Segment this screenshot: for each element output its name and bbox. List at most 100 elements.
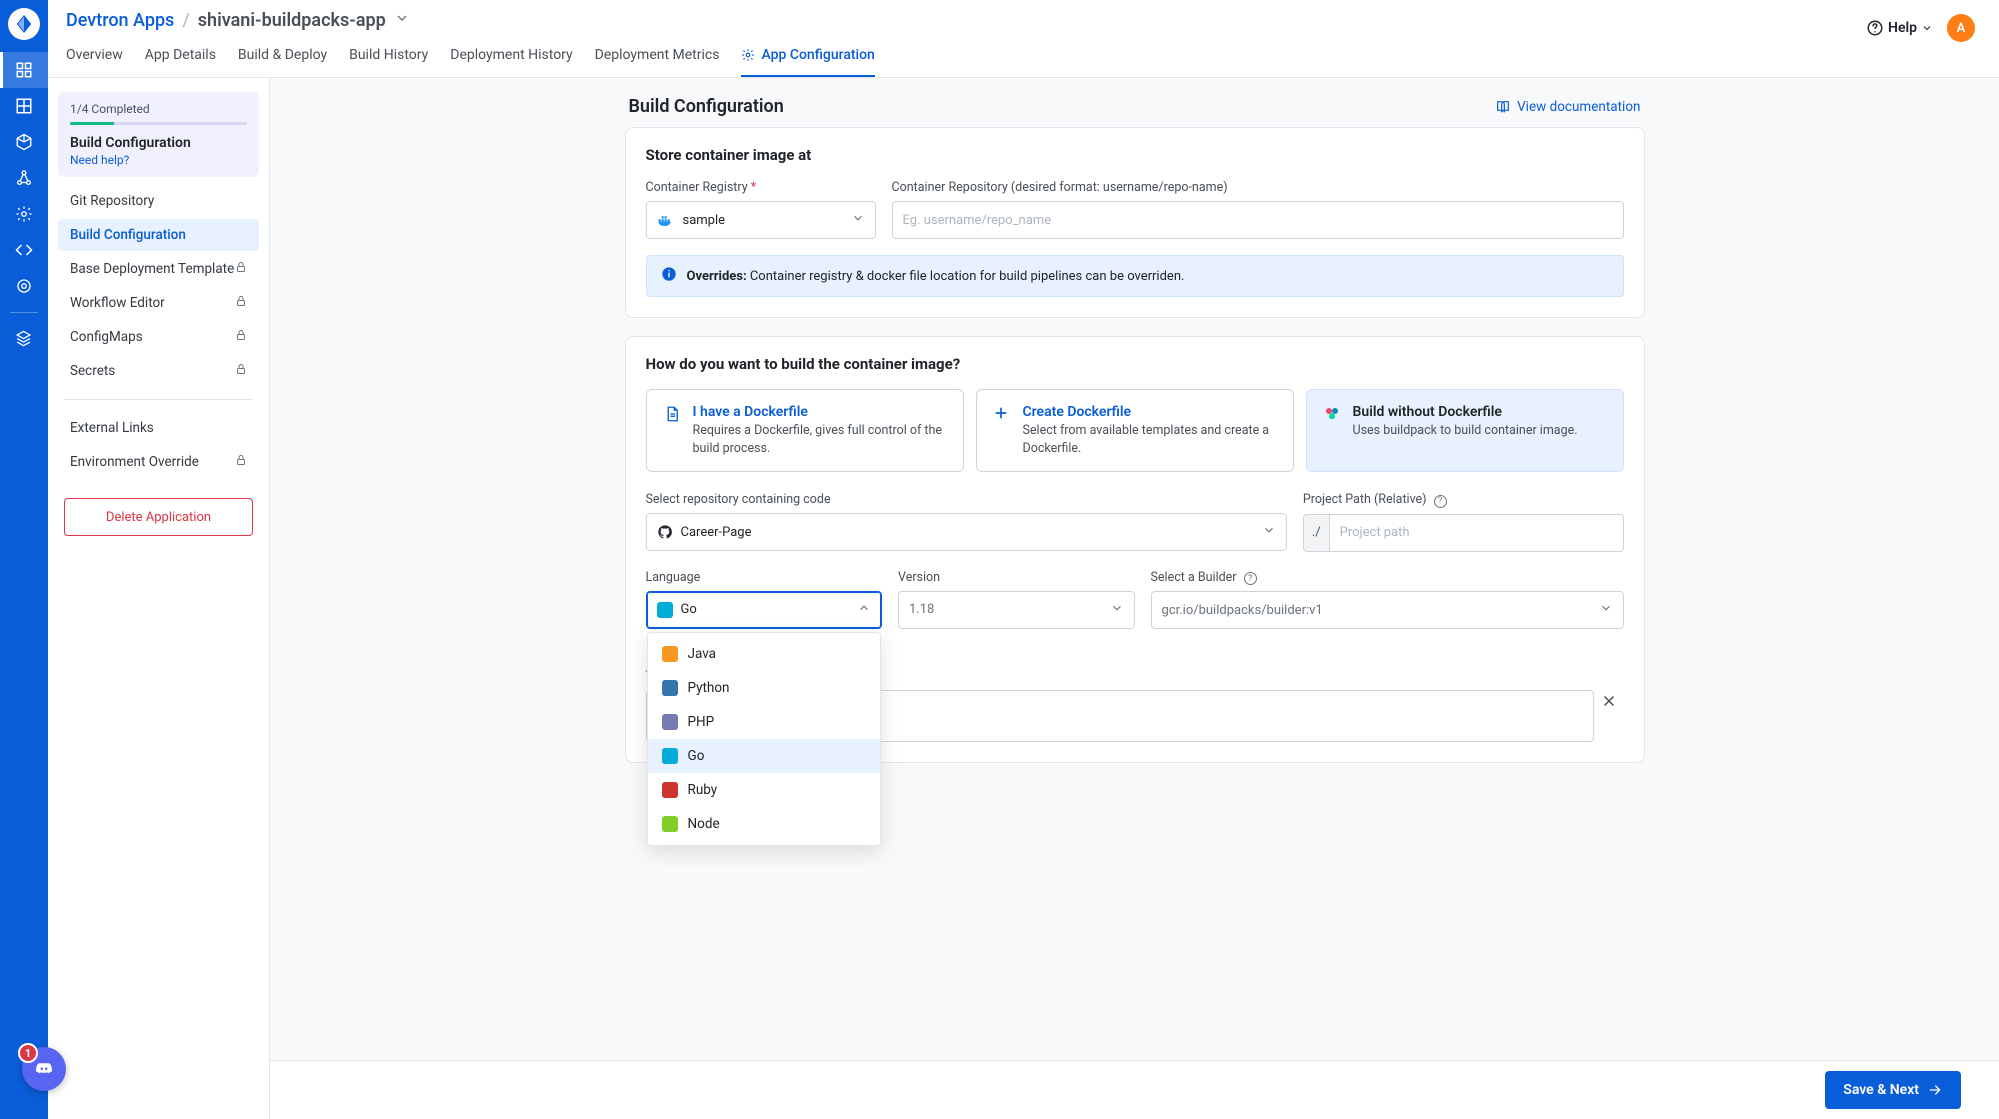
sidebar-item-git-repo[interactable]: Git Repository [58, 185, 259, 217]
builder-value: gcr.io/buildpacks/builder:v1 [1162, 603, 1323, 618]
nav-settings-icon[interactable] [0, 268, 48, 304]
lang-option-java[interactable]: Java [648, 637, 881, 671]
registry-value: sample [683, 213, 726, 228]
nav-cube-icon[interactable] [0, 124, 48, 160]
content-area: Build Configuration View documentation S… [270, 78, 1999, 1119]
top-header: Devtron Apps / shivani-buildpacks-app Ov… [48, 0, 1999, 78]
sidebar-item-base-template[interactable]: Base Deployment Template [58, 253, 259, 285]
repo-label: Container Repository (desired format: us… [892, 180, 1624, 195]
help-icon [1866, 19, 1884, 37]
help-label: Help [1888, 20, 1917, 36]
build-option-create-dockerfile[interactable]: Create Dockerfile Select from available … [976, 389, 1294, 472]
build-option-buildpack[interactable]: Build without Dockerfile Uses buildpack … [1306, 389, 1624, 472]
builder-select[interactable]: gcr.io/buildpacks/builder:v1 [1151, 591, 1624, 629]
nav-grid-icon[interactable] [0, 88, 48, 124]
breadcrumb: Devtron Apps / shivani-buildpacks-app [66, 6, 875, 31]
tab-overview[interactable]: Overview [66, 39, 123, 77]
tab-app-configuration[interactable]: App Configuration [741, 39, 874, 77]
breadcrumb-sep: / [182, 10, 189, 31]
nav-gear-icon[interactable] [0, 196, 48, 232]
save-next-button[interactable]: Save & Next [1825, 1071, 1961, 1109]
lock-icon [235, 295, 247, 311]
sidebar-item-external-links[interactable]: External Links [58, 412, 259, 444]
container-repository-input[interactable] [892, 201, 1624, 239]
container-registry-select[interactable]: sample [646, 201, 876, 239]
delete-application-button[interactable]: Delete Application [64, 498, 253, 536]
sidebar-item-label: Secrets [70, 363, 115, 379]
discord-badge: 1 [18, 1043, 38, 1063]
sidebar-item-workflow[interactable]: Workflow Editor [58, 287, 259, 319]
sidebar-item-label: Base Deployment Template [70, 261, 234, 277]
sidebar-item-env-override[interactable]: Environment Override [58, 446, 259, 478]
repo-value: Career-Page [681, 525, 752, 540]
tab-deploy-metrics[interactable]: Deployment Metrics [595, 39, 720, 77]
view-documentation-link[interactable]: View documentation [1495, 99, 1640, 115]
sidebar-item-configmaps[interactable]: ConfigMaps [58, 321, 259, 353]
sidebar-item-build-config[interactable]: Build Configuration [58, 219, 259, 251]
chevron-down-icon[interactable] [394, 10, 410, 31]
icon-rail: 1 [0, 0, 48, 1119]
tabs: Overview App Details Build & Deploy Buil… [66, 39, 875, 77]
overrides-label: Overrides: [687, 269, 747, 284]
progress-card: 1/4 Completed Build Configuration Need h… [58, 92, 259, 177]
close-icon[interactable] [1600, 692, 1618, 714]
doc-link-label: View documentation [1517, 99, 1640, 115]
chevron-down-icon [1599, 601, 1613, 619]
tab-deploy-history[interactable]: Deployment History [450, 39, 572, 77]
chevron-down-icon [1110, 601, 1124, 619]
build-option-dockerfile[interactable]: I have a Dockerfile Requires a Dockerfil… [646, 389, 964, 472]
nav-network-icon[interactable] [0, 160, 48, 196]
build-card: How do you want to build the container i… [625, 336, 1645, 763]
devtron-logo[interactable] [8, 8, 40, 40]
help-button[interactable]: Help [1866, 19, 1933, 37]
chevron-down-icon [851, 211, 865, 229]
avatar[interactable]: A [1947, 14, 1975, 42]
save-label: Save & Next [1843, 1082, 1919, 1098]
ruby-icon [662, 782, 678, 798]
lang-label: PHP [688, 714, 715, 730]
lang-label: Ruby [688, 782, 718, 798]
lang-option-go[interactable]: Go [648, 739, 881, 773]
lang-option-php[interactable]: PHP [648, 705, 881, 739]
project-path-label: Project Path (Relative) ? [1303, 492, 1624, 508]
tab-app-details[interactable]: App Details [145, 39, 216, 77]
help-circle-icon[interactable]: ? [1244, 572, 1257, 585]
project-path-input[interactable] [1329, 514, 1624, 552]
language-dropdown: Java Python PHP Go Ruby Node [647, 632, 882, 846]
nav-apps-icon[interactable] [0, 52, 48, 88]
lang-option-python[interactable]: Python [648, 671, 881, 705]
sidebar-divider [64, 399, 253, 400]
sidebar-item-label: Workflow Editor [70, 295, 165, 311]
buildpack-icon [1323, 405, 1341, 423]
nav-code-icon[interactable] [0, 232, 48, 268]
lang-option-ruby[interactable]: Ruby [648, 773, 881, 807]
sidebar-item-secrets[interactable]: Secrets [58, 355, 259, 387]
lock-icon [235, 454, 247, 470]
go-icon [662, 748, 678, 764]
chevron-down-icon [1921, 22, 1933, 34]
tab-label: App Configuration [761, 47, 874, 63]
opt-desc: Uses buildpack to build container image. [1353, 422, 1578, 440]
version-select[interactable]: 1.18 [898, 591, 1135, 629]
need-help-link[interactable]: Need help? [70, 153, 247, 167]
lang-label: Go [688, 748, 705, 764]
opt-title: I have a Dockerfile [693, 404, 947, 420]
lock-icon [235, 329, 247, 345]
chevron-up-icon [857, 601, 871, 619]
sidebar-item-label: Build Configuration [70, 227, 186, 243]
registry-label: Container Registry * [646, 180, 876, 195]
nav-stack-icon[interactable] [0, 321, 48, 357]
tab-build-deploy[interactable]: Build & Deploy [238, 39, 327, 77]
tab-build-history[interactable]: Build History [349, 39, 428, 77]
help-circle-icon[interactable]: ? [1434, 495, 1447, 508]
version-value: 1.18 [909, 602, 934, 617]
repository-select[interactable]: Career-Page [646, 513, 1287, 551]
overrides-text: Container registry & docker file locatio… [747, 269, 1185, 284]
breadcrumb-root[interactable]: Devtron Apps [66, 10, 174, 31]
lock-icon [235, 261, 247, 277]
lang-option-node[interactable]: Node [648, 807, 881, 841]
gear-icon [741, 48, 755, 62]
discord-button[interactable]: 1 [22, 1047, 66, 1091]
language-select[interactable]: Go Java Python PHP Go R [646, 591, 883, 629]
rail-divider [10, 312, 38, 313]
